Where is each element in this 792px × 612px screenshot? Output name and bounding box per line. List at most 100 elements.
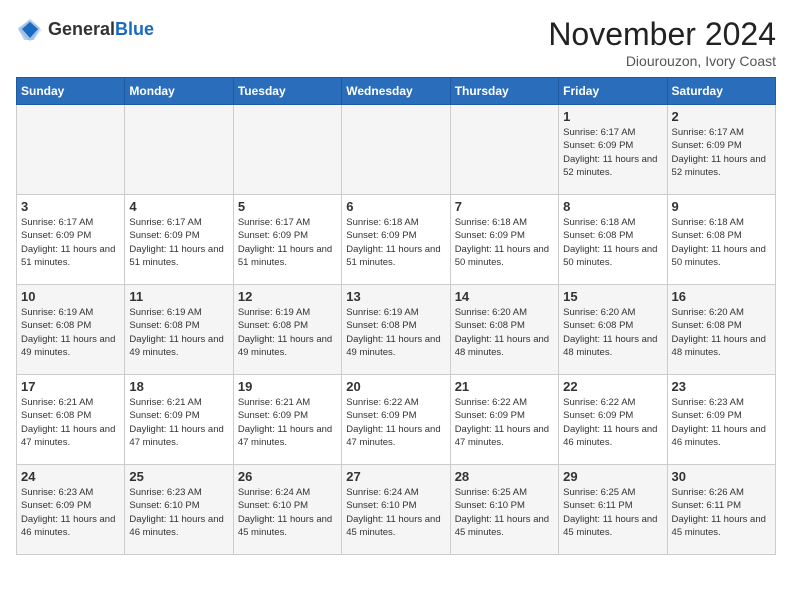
calendar-cell: 23 Sunrise: 6:23 AM Sunset: 6:09 PM Dayli… <box>667 375 775 465</box>
calendar-cell: 5Sunrise: 6:17 AM Sunset: 6:09 PM Daylig… <box>233 195 341 285</box>
cell-info: Sunrise: 6:18 AM Sunset: 6:08 PM Dayligh… <box>672 216 771 269</box>
cell-info: Sunrise: 6:22 AM Sunset: 6:09 PM Dayligh… <box>563 396 662 449</box>
day-number: 8 <box>563 199 662 214</box>
cell-info: Sunrise: 6:17 AM Sunset: 6:09 PM Dayligh… <box>21 216 120 269</box>
day-number: 27 <box>346 469 445 484</box>
day-number: 10 <box>21 289 120 304</box>
cell-info: Sunrise: 6:17 AM Sunset: 6:09 PM Dayligh… <box>672 126 771 179</box>
header-row: SundayMondayTuesdayWednesdayThursdayFrid… <box>17 78 776 105</box>
calendar-cell: 2 Sunrise: 6:17 AM Sunset: 6:09 PM Daylig… <box>667 105 775 195</box>
day-number: 11 <box>129 289 228 304</box>
cell-info: Sunrise: 6:20 AM Sunset: 6:08 PM Dayligh… <box>455 306 554 359</box>
day-number: 3 <box>21 199 120 214</box>
calendar-week-5: 24 Sunrise: 6:23 AM Sunset: 6:09 PM Dayli… <box>17 465 776 555</box>
day-number: 12 <box>238 289 337 304</box>
calendar-cell: 14 Sunrise: 6:20 AM Sunset: 6:08 PM Dayli… <box>450 285 558 375</box>
cell-info: Sunrise: 6:20 AM Sunset: 6:08 PM Dayligh… <box>672 306 771 359</box>
day-number: 16 <box>672 289 771 304</box>
day-number: 18 <box>129 379 228 394</box>
day-number: 26 <box>238 469 337 484</box>
calendar-cell: 30 Sunrise: 6:26 AM Sunset: 6:11 PM Dayli… <box>667 465 775 555</box>
cell-info: Sunrise: 6:24 AM Sunset: 6:10 PM Dayligh… <box>238 486 337 539</box>
day-number: 25 <box>129 469 228 484</box>
calendar-cell: 7Sunrise: 6:18 AM Sunset: 6:09 PM Daylig… <box>450 195 558 285</box>
calendar-week-2: 3 Sunrise: 6:17 AM Sunset: 6:09 PM Daylig… <box>17 195 776 285</box>
day-number: 22 <box>563 379 662 394</box>
day-number: 15 <box>563 289 662 304</box>
day-number: 9 <box>672 199 771 214</box>
calendar-cell: 9 Sunrise: 6:18 AM Sunset: 6:08 PM Daylig… <box>667 195 775 285</box>
col-header-tuesday: Tuesday <box>233 78 341 105</box>
calendar-cell: 15 Sunrise: 6:20 AM Sunset: 6:08 PM Dayli… <box>559 285 667 375</box>
day-number: 30 <box>672 469 771 484</box>
cell-info: Sunrise: 6:22 AM Sunset: 6:09 PM Dayligh… <box>455 396 554 449</box>
day-number: 29 <box>563 469 662 484</box>
calendar-cell: 21Sunrise: 6:22 AM Sunset: 6:09 PM Dayli… <box>450 375 558 465</box>
cell-info: Sunrise: 6:17 AM Sunset: 6:09 PM Dayligh… <box>129 216 228 269</box>
page-header: GeneralBlue November 2024 Diourouzon, Iv… <box>16 16 776 69</box>
day-number: 24 <box>21 469 120 484</box>
calendar-cell: 4 Sunrise: 6:17 AM Sunset: 6:09 PM Daylig… <box>125 195 233 285</box>
day-number: 7 <box>455 199 554 214</box>
col-header-thursday: Thursday <box>450 78 558 105</box>
cell-info: Sunrise: 6:22 AM Sunset: 6:09 PM Dayligh… <box>346 396 445 449</box>
day-number: 17 <box>21 379 120 394</box>
day-number: 5 <box>238 199 337 214</box>
logo-icon <box>16 16 44 44</box>
calendar-cell: 24 Sunrise: 6:23 AM Sunset: 6:09 PM Dayli… <box>17 465 125 555</box>
day-number: 1 <box>563 109 662 124</box>
day-number: 4 <box>129 199 228 214</box>
calendar-cell: 13 Sunrise: 6:19 AM Sunset: 6:08 PM Dayli… <box>342 285 450 375</box>
calendar-cell: 26 Sunrise: 6:24 AM Sunset: 6:10 PM Dayli… <box>233 465 341 555</box>
cell-info: Sunrise: 6:19 AM Sunset: 6:08 PM Dayligh… <box>129 306 228 359</box>
logo-general-text: General <box>48 19 115 39</box>
cell-info: Sunrise: 6:19 AM Sunset: 6:08 PM Dayligh… <box>21 306 120 359</box>
logo: GeneralBlue <box>16 16 154 44</box>
cell-info: Sunrise: 6:23 AM Sunset: 6:09 PM Dayligh… <box>672 396 771 449</box>
calendar-cell: 12 Sunrise: 6:19 AM Sunset: 6:08 PM Dayli… <box>233 285 341 375</box>
month-title: November 2024 <box>548 16 776 53</box>
title-block: November 2024 Diourouzon, Ivory Coast <box>548 16 776 69</box>
calendar-cell: 16 Sunrise: 6:20 AM Sunset: 6:08 PM Dayli… <box>667 285 775 375</box>
cell-info: Sunrise: 6:17 AM Sunset: 6:09 PM Dayligh… <box>563 126 662 179</box>
calendar-cell <box>17 105 125 195</box>
calendar-cell <box>125 105 233 195</box>
calendar-cell: 1 Sunrise: 6:17 AM Sunset: 6:09 PM Daylig… <box>559 105 667 195</box>
col-header-saturday: Saturday <box>667 78 775 105</box>
calendar-cell: 28Sunrise: 6:25 AM Sunset: 6:10 PM Dayli… <box>450 465 558 555</box>
cell-info: Sunrise: 6:26 AM Sunset: 6:11 PM Dayligh… <box>672 486 771 539</box>
calendar-cell: 19 Sunrise: 6:21 AM Sunset: 6:09 PM Dayli… <box>233 375 341 465</box>
cell-info: Sunrise: 6:19 AM Sunset: 6:08 PM Dayligh… <box>346 306 445 359</box>
day-number: 19 <box>238 379 337 394</box>
day-number: 2 <box>672 109 771 124</box>
calendar-week-4: 17 Sunrise: 6:21 AM Sunset: 6:08 PM Dayli… <box>17 375 776 465</box>
cell-info: Sunrise: 6:20 AM Sunset: 6:08 PM Dayligh… <box>563 306 662 359</box>
calendar-cell: 27Sunrise: 6:24 AM Sunset: 6:10 PM Dayli… <box>342 465 450 555</box>
cell-info: Sunrise: 6:21 AM Sunset: 6:08 PM Dayligh… <box>21 396 120 449</box>
calendar-cell: 10 Sunrise: 6:19 AM Sunset: 6:08 PM Dayli… <box>17 285 125 375</box>
cell-info: Sunrise: 6:18 AM Sunset: 6:09 PM Dayligh… <box>346 216 445 269</box>
calendar-cell: 29Sunrise: 6:25 AM Sunset: 6:11 PM Dayli… <box>559 465 667 555</box>
calendar-table: SundayMondayTuesdayWednesdayThursdayFrid… <box>16 77 776 555</box>
cell-info: Sunrise: 6:21 AM Sunset: 6:09 PM Dayligh… <box>238 396 337 449</box>
calendar-cell: 22 Sunrise: 6:22 AM Sunset: 6:09 PM Dayli… <box>559 375 667 465</box>
calendar-cell: 25 Sunrise: 6:23 AM Sunset: 6:10 PM Dayli… <box>125 465 233 555</box>
day-number: 23 <box>672 379 771 394</box>
calendar-cell <box>233 105 341 195</box>
calendar-cell: 20Sunrise: 6:22 AM Sunset: 6:09 PM Dayli… <box>342 375 450 465</box>
day-number: 14 <box>455 289 554 304</box>
logo-blue-text: Blue <box>115 19 154 39</box>
cell-info: Sunrise: 6:19 AM Sunset: 6:08 PM Dayligh… <box>238 306 337 359</box>
cell-info: Sunrise: 6:23 AM Sunset: 6:09 PM Dayligh… <box>21 486 120 539</box>
calendar-cell: 8 Sunrise: 6:18 AM Sunset: 6:08 PM Daylig… <box>559 195 667 285</box>
calendar-cell <box>342 105 450 195</box>
calendar-cell: 17 Sunrise: 6:21 AM Sunset: 6:08 PM Dayli… <box>17 375 125 465</box>
day-number: 28 <box>455 469 554 484</box>
col-header-sunday: Sunday <box>17 78 125 105</box>
calendar-cell: 18Sunrise: 6:21 AM Sunset: 6:09 PM Dayli… <box>125 375 233 465</box>
day-number: 13 <box>346 289 445 304</box>
cell-info: Sunrise: 6:23 AM Sunset: 6:10 PM Dayligh… <box>129 486 228 539</box>
cell-info: Sunrise: 6:18 AM Sunset: 6:08 PM Dayligh… <box>563 216 662 269</box>
day-number: 6 <box>346 199 445 214</box>
calendar-cell <box>450 105 558 195</box>
